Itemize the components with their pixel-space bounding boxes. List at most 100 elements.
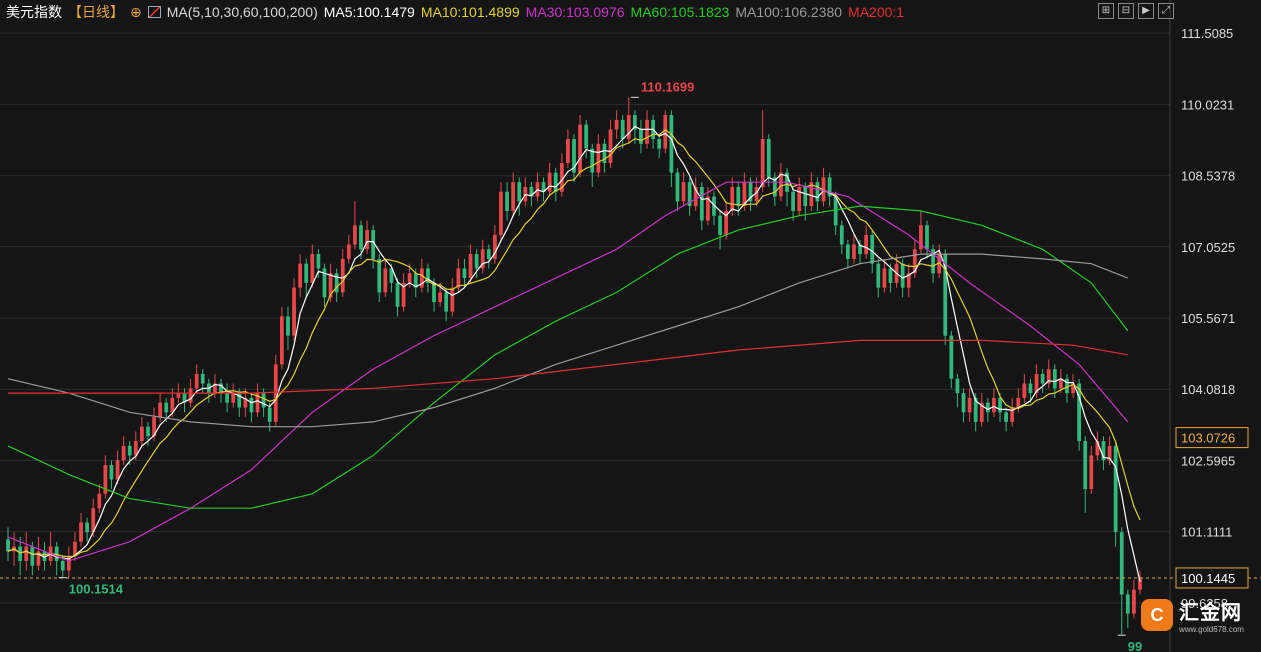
split-view-icon[interactable]: ⊟ (1118, 3, 1134, 19)
candle-body (900, 263, 905, 288)
candle-body (961, 393, 966, 413)
candle-body (30, 546, 35, 566)
logo-icon: C (1141, 599, 1173, 631)
logo-url: www.gold678.com (1179, 625, 1244, 634)
symbol-name: 美元指数 (6, 4, 62, 20)
candle-body (486, 249, 491, 259)
candle-body (882, 268, 887, 288)
candle-body (888, 268, 893, 283)
candle-body (249, 397, 254, 413)
crosshair-icon[interactable]: ⊕ (130, 4, 142, 21)
candle-body (553, 172, 558, 192)
candle-body (85, 522, 90, 533)
period-selector[interactable]: 【日线】 (68, 2, 124, 22)
candle-body (1052, 369, 1057, 389)
candle-body (474, 254, 479, 269)
candle-body (833, 196, 838, 226)
candle-body (346, 244, 351, 259)
candle-body (998, 397, 1002, 413)
candle-body (316, 254, 321, 269)
candle-body (1083, 441, 1088, 489)
indicator-icon[interactable] (147, 6, 161, 18)
candle-body (115, 460, 120, 480)
ma-line-ma5 (7, 125, 1141, 582)
candle-body (985, 402, 990, 413)
candle-body (803, 186, 808, 207)
candle-body (359, 225, 363, 250)
candle-body (517, 182, 522, 202)
candle-body (578, 124, 582, 173)
candle-body (596, 143, 601, 173)
candle-body (60, 560, 65, 571)
candle-body (273, 364, 278, 422)
candle-body (1113, 445, 1118, 533)
expand-icon[interactable]: ⊞ (1098, 3, 1114, 19)
candle-body (456, 268, 461, 288)
candle-body (261, 393, 266, 408)
candle-body (992, 397, 996, 413)
candle-body (140, 426, 144, 442)
candle-body (1089, 455, 1094, 489)
candle-body (876, 263, 881, 288)
candle-body (383, 268, 388, 293)
candle-body (614, 119, 619, 130)
y-tick-label: 104.0818 (1181, 382, 1235, 397)
candle-body (79, 522, 83, 542)
candle-body (97, 493, 102, 509)
y-tick-label: 102.5965 (1181, 453, 1235, 468)
candle-body (657, 139, 662, 149)
play-icon[interactable]: ▶ (1138, 3, 1154, 19)
candle-body (864, 234, 869, 255)
candle-body (304, 263, 309, 283)
candle-body (797, 186, 802, 211)
extreme-annotation: 100.1514 (69, 582, 124, 597)
ma-label-3: MA60:105.1823 (630, 4, 730, 20)
ma-label-1: MA10:101.4899 (420, 4, 520, 20)
candlestick-chart[interactable]: 111.5085 110.0231 108.5378 107.0525 105.5671… (0, 0, 1261, 652)
candle-body (1028, 383, 1033, 394)
candle-body (645, 119, 649, 144)
candle-body (200, 373, 205, 384)
candle-body (505, 191, 509, 211)
candle-body (663, 115, 668, 149)
candle-body (1004, 412, 1008, 422)
ma-label-5: MA200:1 (848, 4, 905, 20)
candle-body (791, 191, 795, 211)
candle-body (639, 129, 643, 144)
candle-body (444, 292, 449, 312)
y-tick-label: 105.5671 (1181, 311, 1235, 326)
candle-body (925, 225, 929, 250)
candle-body (511, 182, 516, 211)
candle-body (1016, 397, 1021, 408)
candle-body (286, 316, 290, 336)
candle-body (967, 397, 972, 413)
candle-body (681, 182, 686, 202)
candle-body (310, 254, 315, 283)
candle-body (730, 186, 735, 211)
fullscreen-icon[interactable]: ⤢ (1158, 3, 1174, 19)
extreme-annotation: 99 (1128, 639, 1142, 652)
candle-body (547, 172, 552, 192)
candle-body (1125, 594, 1130, 614)
candle-body (566, 139, 570, 163)
candle-body (292, 287, 296, 336)
extreme-annotation: 110.1699 (641, 79, 695, 94)
candle-body (839, 225, 844, 245)
y-tick-label: 110.0231 (1181, 97, 1234, 112)
candle-body (675, 172, 680, 202)
candle-body (188, 388, 193, 403)
candle-body (1119, 532, 1124, 595)
candle-body (432, 282, 436, 303)
ma-line-ma30 (7, 181, 1129, 562)
candle-body (462, 268, 467, 279)
candle-body (377, 258, 382, 293)
candle-body (164, 402, 169, 413)
candle-body (267, 407, 272, 422)
candle-body (626, 115, 631, 140)
y-tick-label: 108.5378 (1181, 169, 1235, 184)
candle-body (353, 225, 357, 245)
candle-body (121, 445, 126, 461)
ma-title: MA(5,10,30,60,100,200) (166, 4, 318, 20)
candle-body (620, 119, 625, 140)
ma-label-4: MA100:106.2380 (735, 4, 843, 20)
